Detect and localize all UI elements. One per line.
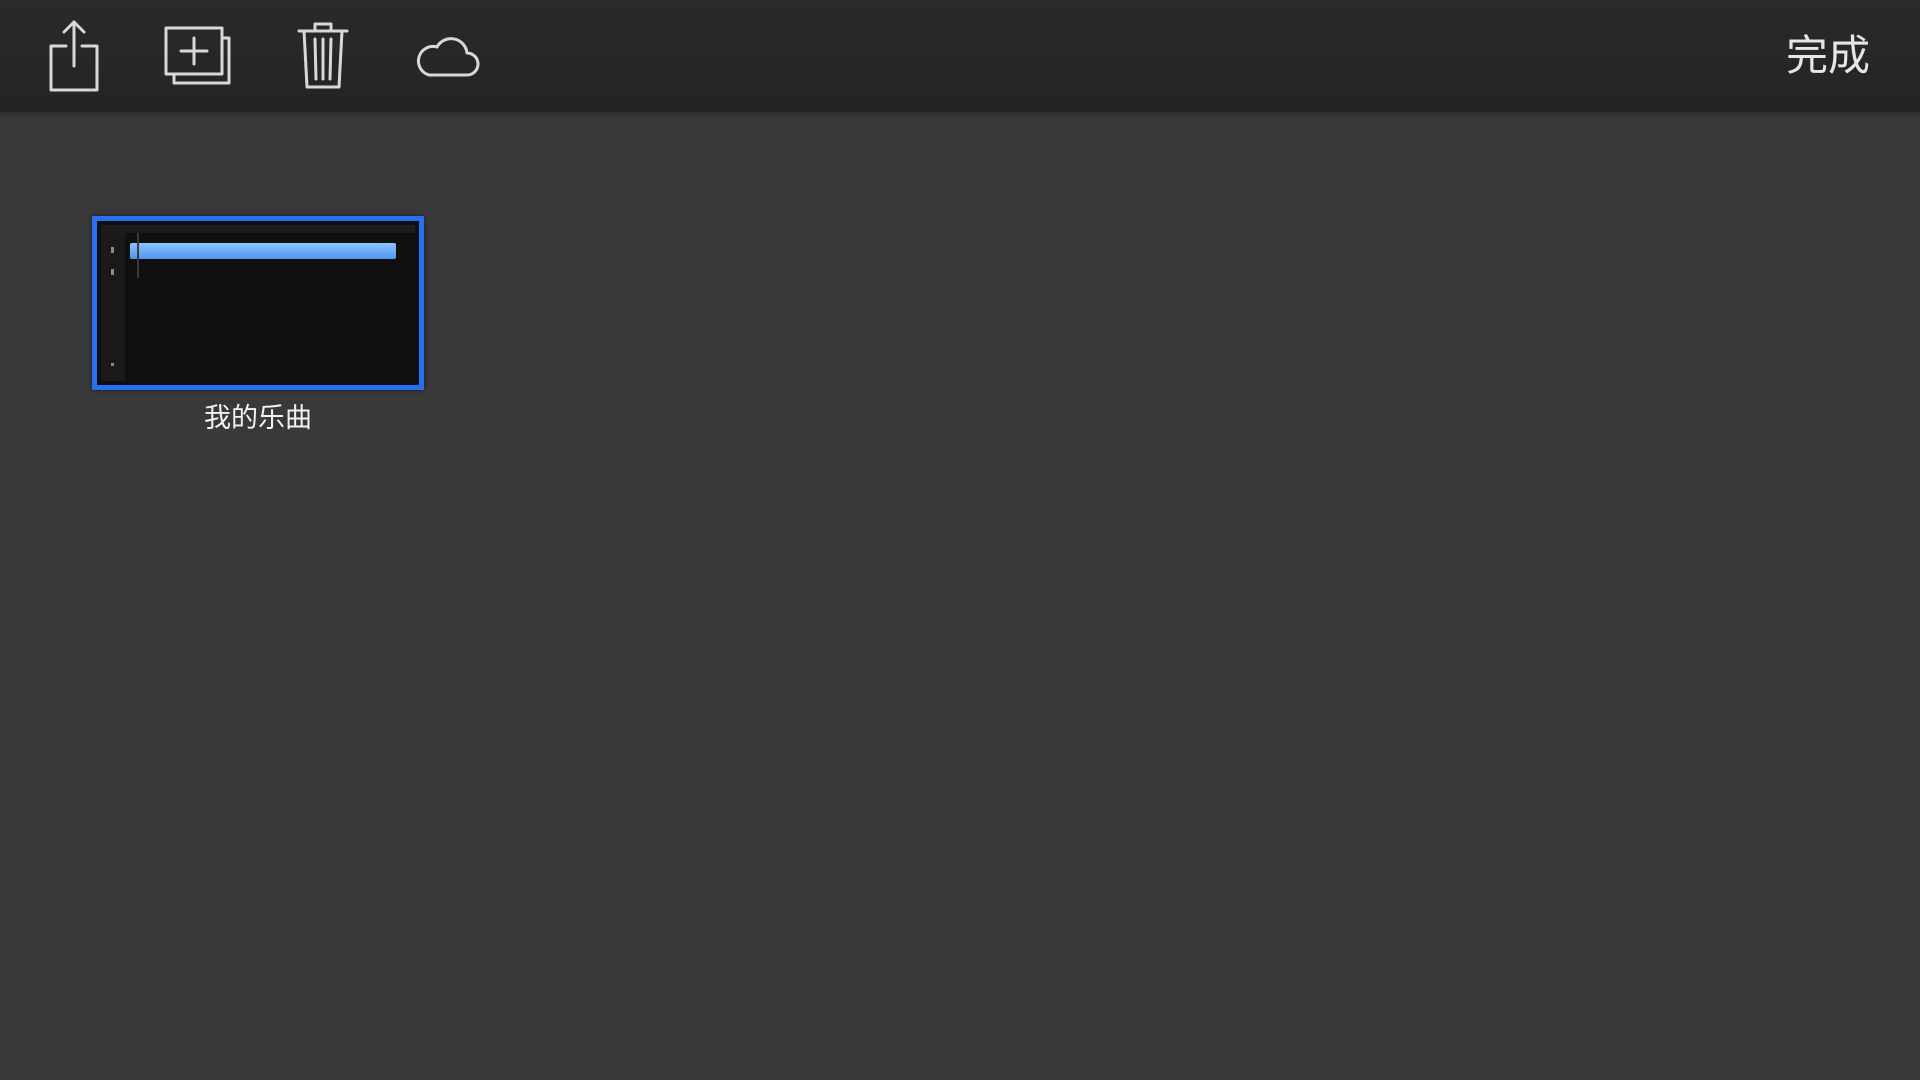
thumbnail-audio-region: [130, 243, 396, 259]
thumbnail-track-marker: [111, 363, 114, 366]
duplicate-button[interactable]: [158, 8, 238, 104]
duplicate-icon: [163, 25, 233, 87]
song-item[interactable]: 我的乐曲: [92, 216, 428, 435]
thumbnail-playhead: [137, 233, 139, 278]
delete-button[interactable]: [283, 8, 363, 104]
song-title[interactable]: 我的乐曲: [92, 396, 424, 435]
cloud-icon: [415, 34, 481, 78]
thumbnail-track-marker: [111, 247, 114, 253]
thumbnail-track-header: [101, 233, 125, 381]
trash-icon: [297, 21, 349, 91]
top-toolbar: 完成: [0, 0, 1920, 112]
thumbnail-preview: [101, 225, 415, 381]
song-browser: 我的乐曲: [0, 112, 1920, 1080]
done-button[interactable]: 完成: [1786, 30, 1870, 82]
share-icon: [46, 18, 102, 94]
icloud-button[interactable]: [408, 8, 488, 104]
thumbnail-ruler: [101, 225, 415, 233]
share-button[interactable]: [34, 8, 114, 104]
song-thumbnail[interactable]: [92, 216, 424, 390]
thumbnail-track-marker: [111, 269, 114, 275]
